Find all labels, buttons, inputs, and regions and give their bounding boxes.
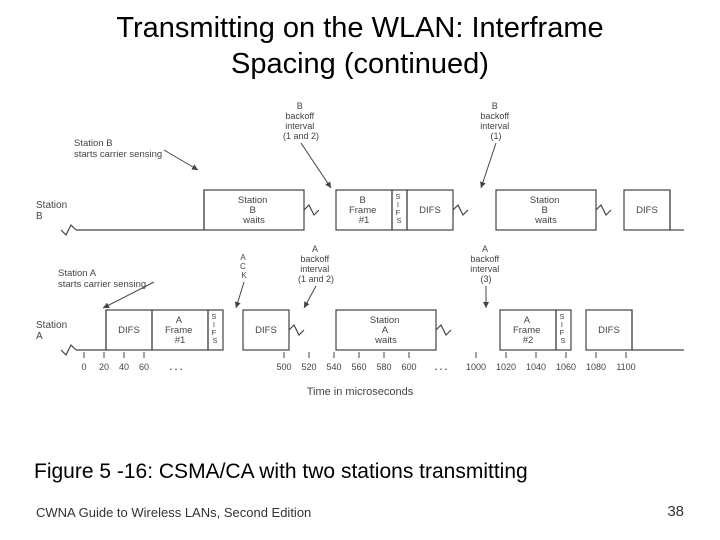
b-difs-box-1: DIFS bbox=[407, 190, 453, 230]
svg-text:1040: 1040 bbox=[526, 362, 546, 372]
svg-text:20: 20 bbox=[99, 362, 109, 372]
gap-zig-icon bbox=[304, 205, 319, 215]
gap-zig-icon bbox=[289, 325, 304, 335]
svg-text:S I F: S I F S bbox=[559, 312, 566, 345]
b-difs-box-2: DIFS bbox=[624, 190, 670, 230]
svg-text:520: 520 bbox=[301, 362, 316, 372]
arrow-b-backoff-2 bbox=[481, 143, 496, 188]
b-frame-1-box: B Frame #1 bbox=[336, 190, 392, 230]
svg-text:60: 60 bbox=[139, 362, 149, 372]
svg-text:A Frame #2: A Frame #2 bbox=[513, 315, 543, 346]
svg-text:S I F: S I F S bbox=[211, 312, 218, 345]
svg-text:B Frame #1: B Frame #1 bbox=[349, 195, 379, 226]
axis-tick: 40 bbox=[119, 352, 129, 372]
timing-diagram: Station B Station B starts carrier sensi… bbox=[36, 100, 684, 410]
arrow-a-backoff-1 bbox=[304, 286, 316, 308]
a-difs-box-1: DIFS bbox=[106, 310, 152, 350]
a-frame-2-box: A Frame #2 bbox=[500, 310, 556, 350]
svg-text:560: 560 bbox=[351, 362, 366, 372]
arrow-a-ack bbox=[236, 282, 244, 308]
station-b-wait-box: Station B waits bbox=[204, 190, 304, 230]
zigzag-icon bbox=[61, 345, 76, 355]
a-sifs-box-2: S I F S bbox=[556, 310, 571, 350]
axis-ticks: 0 20 40 60 . . . 500 520 540 560 580 600… bbox=[76, 352, 684, 372]
station-b-label: Station B bbox=[36, 200, 70, 222]
a-backoff-label-2: A backoff interval (3) bbox=[470, 244, 502, 284]
title-line-1: Transmitting on the WLAN: Interframe bbox=[116, 12, 603, 44]
station-a-label: Station A bbox=[36, 320, 70, 342]
a-backoff-label-1: A backoff interval (1 and 2) bbox=[298, 244, 334, 284]
gap-zig-icon bbox=[596, 205, 611, 215]
b-backoff-label-1: B backoff interval (1 and 2) bbox=[283, 101, 319, 141]
arrow-b-backoff-1 bbox=[301, 143, 331, 188]
b-sifs-box: S I F S bbox=[392, 190, 407, 230]
slide-title: Transmitting on the WLAN: Interframe Spa… bbox=[0, 0, 720, 83]
axis-tick: 520 bbox=[301, 352, 316, 372]
axis-tick: 1040 bbox=[526, 352, 546, 372]
svg-text:1020: 1020 bbox=[496, 362, 516, 372]
svg-text:DIFS: DIFS bbox=[636, 205, 658, 216]
axis-tick: 0 bbox=[81, 352, 86, 372]
b-backoff-label-2: B backoff interval (1) bbox=[480, 101, 512, 141]
svg-text:500: 500 bbox=[276, 362, 291, 372]
title-line-2: Spacing (continued) bbox=[231, 48, 489, 80]
axis-tick: 1080 bbox=[586, 352, 606, 372]
axis-tick: 1000 bbox=[466, 352, 486, 372]
axis-tick: 600 bbox=[401, 352, 416, 372]
svg-text:600: 600 bbox=[401, 362, 416, 372]
svg-text:1000: 1000 bbox=[466, 362, 486, 372]
svg-text:DIFS: DIFS bbox=[598, 325, 620, 336]
footer-source: CWNA Guide to Wireless LANs, Second Edit… bbox=[36, 505, 311, 520]
axis-tick: 500 bbox=[276, 352, 291, 372]
arrow-b-sense bbox=[164, 150, 198, 170]
axis-label: Time in microseconds bbox=[307, 386, 414, 398]
axis-tick: 60 bbox=[139, 352, 149, 372]
axis-tick: 560 bbox=[351, 352, 366, 372]
svg-text:540: 540 bbox=[326, 362, 341, 372]
a-difs-box-2: DIFS bbox=[243, 310, 289, 350]
svg-text:580: 580 bbox=[376, 362, 391, 372]
figure-caption: Figure 5 -16: CSMA/CA with two stations … bbox=[34, 460, 528, 484]
axis-tick: 580 bbox=[376, 352, 391, 372]
station-a-wait-box: Station A waits bbox=[336, 310, 436, 350]
svg-text:DIFS: DIFS bbox=[419, 205, 441, 216]
gap-zig-icon bbox=[436, 325, 451, 335]
ellipsis-icon: . . . bbox=[170, 362, 183, 372]
svg-text:40: 40 bbox=[119, 362, 129, 372]
station-b-sense-label: Station B starts carrier sensing bbox=[74, 138, 162, 160]
svg-text:1060: 1060 bbox=[556, 362, 576, 372]
gap-zig-icon bbox=[453, 205, 468, 215]
station-a-sense-label: Station A starts carrier sensing bbox=[58, 268, 146, 290]
axis-tick: 1020 bbox=[496, 352, 516, 372]
page-number: 38 bbox=[667, 503, 684, 520]
axis-tick: 1060 bbox=[556, 352, 576, 372]
svg-text:0: 0 bbox=[81, 362, 86, 372]
svg-text:Station B wait: Station B waits bbox=[238, 195, 270, 226]
svg-text:A Frame #1: A Frame #1 bbox=[165, 315, 195, 346]
svg-text:Station B wait: Station B waits bbox=[530, 195, 562, 226]
a-ack-label: A C K bbox=[240, 253, 248, 280]
a-frame-1-box: A Frame #1 bbox=[152, 310, 208, 350]
axis-tick: 1100 bbox=[616, 352, 635, 372]
svg-text:1100: 1100 bbox=[616, 362, 635, 372]
svg-text:S I F: S I F S bbox=[395, 192, 402, 225]
a-sifs-box-1: S I F S bbox=[208, 310, 223, 350]
a-difs-box-3: DIFS bbox=[586, 310, 632, 350]
axis-tick: 540 bbox=[326, 352, 341, 372]
svg-text:1080: 1080 bbox=[586, 362, 606, 372]
svg-text:DIFS: DIFS bbox=[255, 325, 277, 336]
station-b-wait-box-2: Station B waits bbox=[496, 190, 596, 230]
svg-text:Station A wait: Station A waits bbox=[370, 315, 402, 346]
zigzag-icon bbox=[61, 225, 76, 235]
ellipsis-icon: . . . bbox=[435, 362, 448, 372]
axis-tick: 20 bbox=[99, 352, 109, 372]
svg-text:DIFS: DIFS bbox=[118, 325, 140, 336]
